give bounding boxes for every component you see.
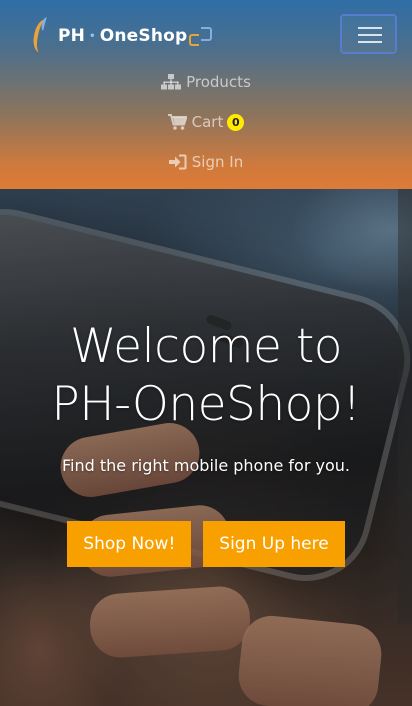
nav-list: Products Cart 0 Sign In	[0, 62, 412, 182]
hero-title-line-2: PH-OneShop!	[51, 377, 361, 432]
cart-icon	[167, 114, 187, 130]
hero-title-line-1: Welcome to	[69, 319, 343, 374]
brand-name: PH • OneShop	[58, 26, 213, 46]
brand-logo[interactable]: PH • OneShop	[30, 16, 213, 56]
hero-buttons: Shop Now! Sign Up here	[0, 521, 412, 567]
cart-count-badge: 0	[227, 113, 245, 131]
hero-subtitle: Find the right mobile phone for you.	[62, 456, 350, 475]
navbar-toggle-button[interactable]	[340, 14, 397, 54]
sign-in-icon	[168, 154, 187, 170]
brand-tail-icon	[189, 26, 213, 46]
nav-item-label: Products	[186, 73, 251, 91]
nav-item-label: Cart	[191, 113, 224, 131]
brand-name-left: PH	[58, 26, 86, 46]
hero-section: Welcome to PH-OneShop! Find the right mo…	[0, 318, 412, 567]
sign-up-button[interactable]: Sign Up here	[203, 521, 345, 567]
brand-separator: •	[89, 30, 96, 42]
nav-item-cart[interactable]: Cart 0	[0, 102, 412, 142]
nav-item-products[interactable]: Products	[0, 62, 412, 102]
shop-now-button[interactable]: Shop Now!	[67, 521, 192, 567]
hamburger-menu-icon-bar	[358, 34, 382, 36]
nav-item-label: Sign In	[191, 153, 244, 171]
hamburger-menu-icon-bar	[358, 41, 382, 43]
hamburger-menu-icon	[358, 27, 382, 29]
sitemap-icon	[161, 74, 182, 90]
brand-name-right: OneShop	[99, 26, 188, 46]
navbar: PH • OneShop Products Cart 0 Sign In	[0, 0, 412, 189]
nav-item-sign-in[interactable]: Sign In	[0, 142, 412, 182]
hero-title: Welcome to PH-OneShop!	[0, 318, 412, 434]
brand-mark-icon	[30, 16, 56, 55]
page: PH • OneShop Products Cart 0 Sign In Wel…	[0, 0, 412, 706]
